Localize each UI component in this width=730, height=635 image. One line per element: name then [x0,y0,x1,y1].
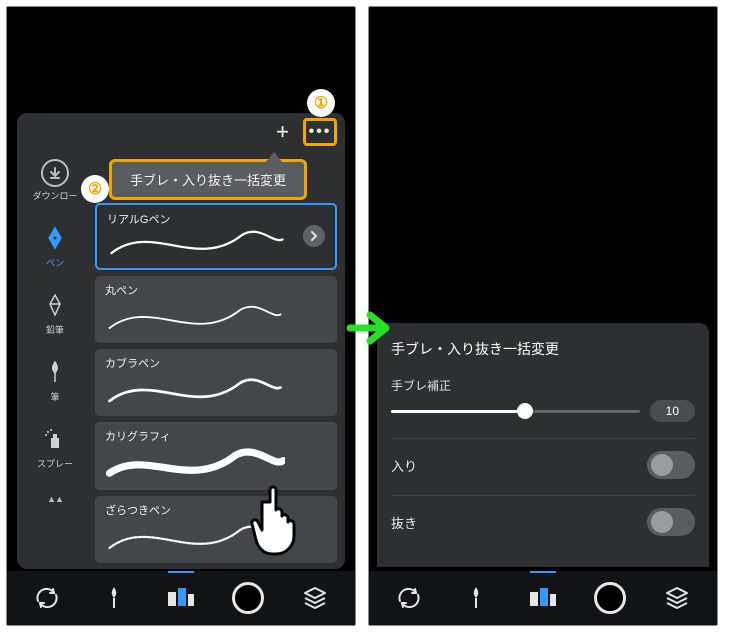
current-color-swatch [594,582,626,614]
transform-icon [32,583,62,613]
callout-badge-2: ② [81,175,109,203]
slider-thumb[interactable] [517,403,533,419]
download-brushes-button[interactable]: ダウンロー [32,159,77,202]
more-button[interactable]: ••• [303,118,337,146]
bottom-toolbar [369,571,717,625]
brush-stroke-preview [107,226,287,262]
sidebar-category-brush[interactable]: 筆 [39,356,71,403]
add-brush-button[interactable]: + [272,119,293,145]
download-icon [41,159,69,187]
sidebar-collapse-button[interactable]: ▲▲ [47,494,63,504]
brush-name: 丸ペン [105,282,327,298]
bottom-toolbar [7,571,355,625]
toolbar-transform-button[interactable] [388,577,430,619]
layers-icon [301,584,329,612]
more-menu-popup[interactable]: 手ブレ・入り抜き一括変更 [109,159,307,200]
toolbar-color-button[interactable] [589,577,631,619]
palette-icon [166,586,196,610]
canvas-area[interactable] [7,7,355,113]
brush-item-calligraphy[interactable]: カリグラフィ [95,422,337,489]
brush-panel-header: + ••• [17,113,345,151]
sidebar-category-pen[interactable]: ペン [39,222,71,269]
brush-list: 手ブレ・入り抜き一括変更 リアルGペン 丸ペン [93,151,345,569]
brush-name: カブラペン [105,355,327,371]
sidebar-category-label: ペン [46,256,64,269]
brush-item-zaratsuki-pen[interactable]: ざらつきペン [95,496,337,563]
sidebar-category-spray[interactable]: スプレー [37,423,73,470]
toolbar-layers-button[interactable] [294,577,336,619]
brush-name: ざらつきペン [105,502,327,518]
transition-arrow-icon [346,310,394,351]
stabilize-slider-row: 10 [391,400,695,422]
toolbar-palette-button[interactable] [160,577,202,619]
sidebar-category-label: 筆 [50,390,59,403]
slider-fill [391,410,525,413]
toggle-row-nuki: 抜き [391,495,695,548]
brush-tool-icon [462,584,490,612]
layers-icon [663,584,691,612]
brush-panel: + ••• ダウンロー ペン [17,113,345,569]
toggle-iri[interactable] [647,451,695,479]
download-label: ダウンロー [32,189,77,202]
brush-category-sidebar: ダウンロー ペン 鉛筆 [17,151,93,569]
menu-item-batch-change[interactable]: 手ブレ・入り抜き一括変更 [130,170,286,189]
brush-name: カリグラフィ [105,428,327,444]
stabilize-slider[interactable] [391,410,640,413]
current-color-swatch [232,582,264,614]
canvas-area[interactable] [369,7,717,323]
stabilize-value[interactable]: 10 [650,400,695,422]
toolbar-layers-button[interactable] [656,577,698,619]
brush-stroke-preview [105,448,285,484]
pencil-icon [39,289,71,321]
brush-tool-icon [100,584,128,612]
brush-settings-icon[interactable] [303,225,325,247]
screen-before: ① + ••• ダウンロー [6,6,356,626]
toolbar-brush-button[interactable] [93,577,135,619]
sidebar-category-label: スプレー [37,457,73,470]
sidebar-category-pencil[interactable]: 鉛筆 [39,289,71,336]
toggle-label: 入り [391,456,417,475]
brush-item-kabura-pen[interactable]: カブラペン [95,349,337,416]
transform-icon [394,583,424,613]
brush-stroke-preview [105,374,285,410]
spray-icon [39,423,71,455]
panel-title: 手ブレ・入り抜き一括変更 [391,339,695,359]
batch-change-panel: 手ブレ・入り抜き一括変更 手ブレ補正 10 入り 抜き [377,323,709,567]
toggle-label: 抜き [391,513,417,532]
brush-stroke-preview [105,301,285,337]
pen-nib-icon [39,222,71,254]
stabilize-label: 手ブレ補正 [391,377,695,394]
brush-stroke-preview [105,521,285,557]
palette-icon [528,586,558,610]
toolbar-palette-button[interactable] [522,577,564,619]
brush-name: リアルGペン [107,211,325,227]
toggle-row-iri: 入り [391,438,695,491]
sidebar-category-label: 鉛筆 [46,323,64,336]
toolbar-brush-button[interactable] [455,577,497,619]
toolbar-transform-button[interactable] [26,577,68,619]
toggle-nuki[interactable] [647,508,695,536]
toolbar-color-button[interactable] [227,577,269,619]
brush-item-maru-pen[interactable]: 丸ペン [95,276,337,343]
brush-icon [39,356,71,388]
brush-item-real-g-pen[interactable]: リアルGペン [95,203,337,270]
screen-after: 手ブレ・入り抜き一括変更 手ブレ補正 10 入り 抜き [368,6,718,626]
callout-badge-1: ① [307,89,335,117]
